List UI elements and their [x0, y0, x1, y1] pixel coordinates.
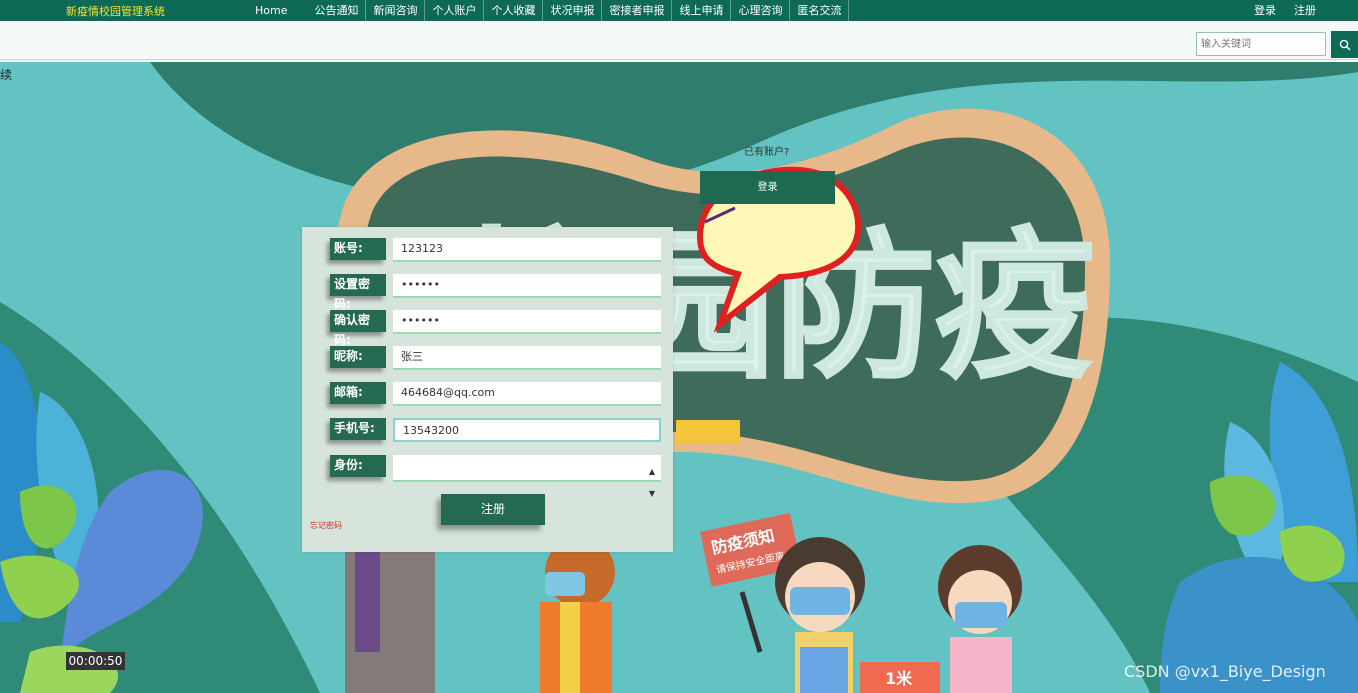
site-brand[interactable]: 新疫情校园管理系统	[66, 3, 165, 19]
login-link[interactable]: 登录	[1254, 0, 1276, 21]
nav-announcements[interactable]: 公告通知	[307, 0, 367, 21]
nickname-label: 昵称:	[330, 346, 386, 368]
nav-online-apply[interactable]: 线上申请	[672, 0, 732, 21]
account-label: 账号:	[330, 238, 386, 260]
search-icon	[1339, 39, 1351, 51]
has-account-prompt: 已有账户?	[744, 147, 790, 158]
nav-home[interactable]: Home	[245, 0, 307, 21]
register-link[interactable]: 注册	[1294, 0, 1316, 21]
role-select[interactable]: ▲ ▼	[393, 455, 661, 498]
password-input[interactable]: ••••••	[393, 274, 661, 298]
banner-background: 校园防疫 防疫须知 请保持安全距离 1米	[0, 62, 1358, 693]
bubble-login-button[interactable]: 登录	[700, 171, 835, 204]
confirm-password-input[interactable]: ••••••	[393, 310, 661, 334]
svg-text:1米: 1米	[885, 669, 913, 688]
register-button[interactable]: 注册	[441, 494, 545, 525]
role-label: 身份:	[330, 455, 386, 477]
select-arrows-icon: ▲ ▼	[648, 467, 655, 498]
confirm-password-label: 确认密码:	[330, 310, 386, 347]
nav-psych-consult[interactable]: 心理咨询	[731, 0, 791, 21]
main-nav: Home 公告通知 新闻咨询 个人账户 个人收藏 状况申报 密接者申报 线上申请…	[245, 0, 850, 21]
child-left-figure	[775, 537, 865, 693]
nav-anonymous-chat[interactable]: 匿名交流	[790, 0, 850, 21]
email-label: 邮箱:	[330, 382, 386, 404]
forgot-password-link[interactable]: 忘记密码	[310, 520, 342, 531]
phone-label: 手机号:	[330, 418, 386, 440]
child-orange-figure	[540, 537, 615, 693]
register-form: 账号: 123123 设置密码: •••••• 确认密码: •••••• 昵称:…	[302, 227, 673, 552]
woman-figure	[345, 532, 435, 693]
auth-links: 登录 注册	[1254, 0, 1316, 21]
watermark: CSDN @vx1_Biye_Design	[1124, 662, 1326, 681]
child-right-figure	[938, 545, 1022, 693]
nav-news[interactable]: 新闻咨询	[366, 0, 426, 21]
side-label: 续	[0, 68, 13, 82]
search-button[interactable]	[1331, 31, 1358, 58]
password-label: 设置密码:	[330, 274, 386, 311]
email-input[interactable]: 464684@qq.com	[393, 382, 661, 406]
search-bar-strip	[0, 21, 1358, 60]
floor-mark: 1米	[860, 662, 940, 693]
nav-status-report[interactable]: 状况申报	[543, 0, 603, 21]
nav-account[interactable]: 个人账户	[425, 0, 485, 21]
phone-input[interactable]: 13543200	[393, 418, 661, 442]
top-nav-bar: 新疫情校园管理系统 Home 公告通知 新闻咨询 个人账户 个人收藏 状况申报 …	[0, 0, 1358, 21]
nickname-input[interactable]: 张三	[393, 346, 661, 370]
nav-favorites[interactable]: 个人收藏	[484, 0, 544, 21]
search-input[interactable]	[1196, 32, 1326, 56]
video-timer: 00:00:50	[66, 652, 125, 670]
banner-illustration: 校园防疫 防疫须知 请保持安全距离 1米	[0, 62, 1358, 693]
nav-contact-report[interactable]: 密接者申报	[602, 0, 673, 21]
account-input[interactable]: 123123	[393, 238, 661, 262]
